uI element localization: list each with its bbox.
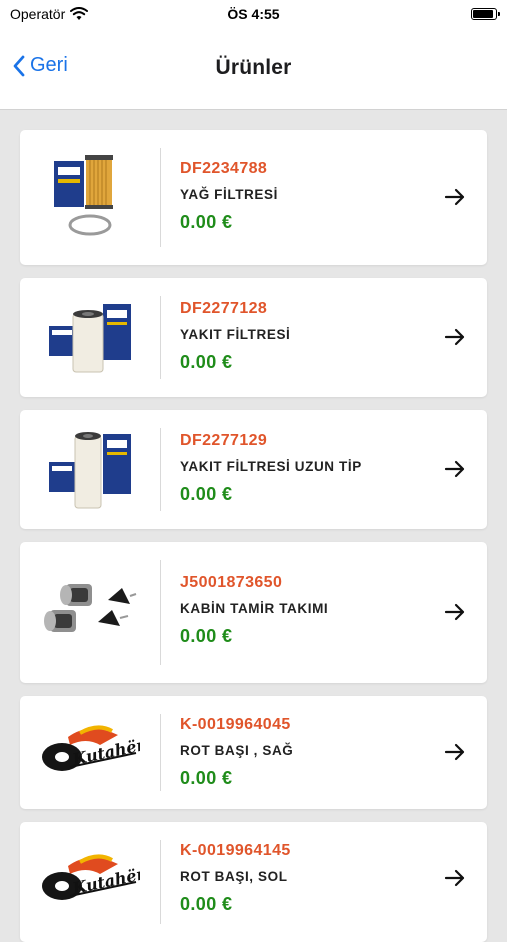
product-image: Kutahër <box>20 696 160 809</box>
card-divider <box>160 714 161 791</box>
product-code: DF2277129 <box>180 432 268 449</box>
card-divider <box>160 148 161 247</box>
product-code: J5001873650 <box>180 574 283 591</box>
card-divider <box>160 560 161 665</box>
product-info: K-0019964145 ROT BAŞI, SOL 0.00 € <box>180 842 427 915</box>
card-divider <box>160 840 161 924</box>
status-bar: Operatör ÖS 4:55 <box>0 0 507 28</box>
product-card[interactable]: J5001873650 KABİN TAMİR TAKIMI 0.00 € <box>20 542 487 683</box>
kutahér-logo: Kutahër <box>42 854 140 900</box>
card-divider <box>160 428 161 511</box>
product-price: 0.00 € <box>180 352 233 372</box>
product-name: ROT BAŞI , SAĞ <box>180 743 294 758</box>
product-card[interactable]: Kutahër K-0019964045 ROT BAŞI , SAĞ 0.00… <box>20 696 487 809</box>
product-image <box>20 410 160 529</box>
battery-icon <box>471 8 500 20</box>
product-info: J5001873650 KABİN TAMİR TAKIMI 0.00 € <box>180 574 427 647</box>
product-card[interactable]: Kutahër K-0019964145 ROT BAŞI, SOL 0.00 … <box>20 822 487 942</box>
product-price: 0.00 € <box>180 894 233 914</box>
arrow-right-icon <box>444 603 465 621</box>
product-info: K-0019964045 ROT BAŞI , SAĞ 0.00 € <box>180 716 427 789</box>
product-info: DF2277128 YAKIT FİLTRESİ 0.00 € <box>180 300 427 373</box>
product-name: KABİN TAMİR TAKIMI <box>180 601 329 616</box>
product-info: DF2234788 YAĞ FİLTRESİ 0.00 € <box>180 160 427 233</box>
cabin-mount-image <box>44 583 137 632</box>
product-image <box>20 130 160 265</box>
product-info: DF2277129 YAKIT FİLTRESİ UZUN TİP 0.00 € <box>180 432 427 505</box>
arrow-right-icon <box>444 743 465 761</box>
fuel-filter-image <box>49 303 131 372</box>
product-card[interactable]: DF2234788 YAĞ FİLTRESİ 0.00 € <box>20 130 487 265</box>
arrow-right-icon <box>444 460 465 478</box>
product-name: YAKIT FİLTRESİ <box>180 327 291 342</box>
kutahér-logo: Kutahër <box>42 725 140 771</box>
product-price: 0.00 € <box>180 484 233 504</box>
navigation-bar: Geri Ürünler <box>0 28 507 110</box>
product-code: K-0019964045 <box>180 716 291 733</box>
product-price: 0.00 € <box>180 212 233 232</box>
arrow-right-icon <box>444 188 465 206</box>
oil-filter-image <box>54 154 113 235</box>
product-name: YAKIT FİLTRESİ UZUN TİP <box>180 459 362 474</box>
battery-level <box>473 10 493 18</box>
product-card[interactable]: DF2277129 YAKIT FİLTRESİ UZUN TİP 0.00 € <box>20 410 487 529</box>
product-name: ROT BAŞI, SOL <box>180 869 288 884</box>
product-price: 0.00 € <box>180 626 233 646</box>
product-image <box>20 542 160 683</box>
product-price: 0.00 € <box>180 768 233 788</box>
status-time: ÖS 4:55 <box>227 6 280 22</box>
product-image: Kutahër <box>20 822 160 942</box>
product-code: K-0019964145 <box>180 842 291 859</box>
arrow-right-icon <box>444 328 465 346</box>
product-image <box>20 278 160 397</box>
product-card[interactable]: DF2277128 YAKIT FİLTRESİ 0.00 € <box>20 278 487 397</box>
page-title: Ürünler <box>215 56 292 79</box>
product-code: DF2277128 <box>180 300 268 317</box>
card-divider <box>160 296 161 379</box>
arrow-right-icon <box>444 869 465 887</box>
fuel-filter-long-image <box>49 431 131 508</box>
product-code: DF2234788 <box>180 160 268 177</box>
product-name: YAĞ FİLTRESİ <box>180 187 278 202</box>
